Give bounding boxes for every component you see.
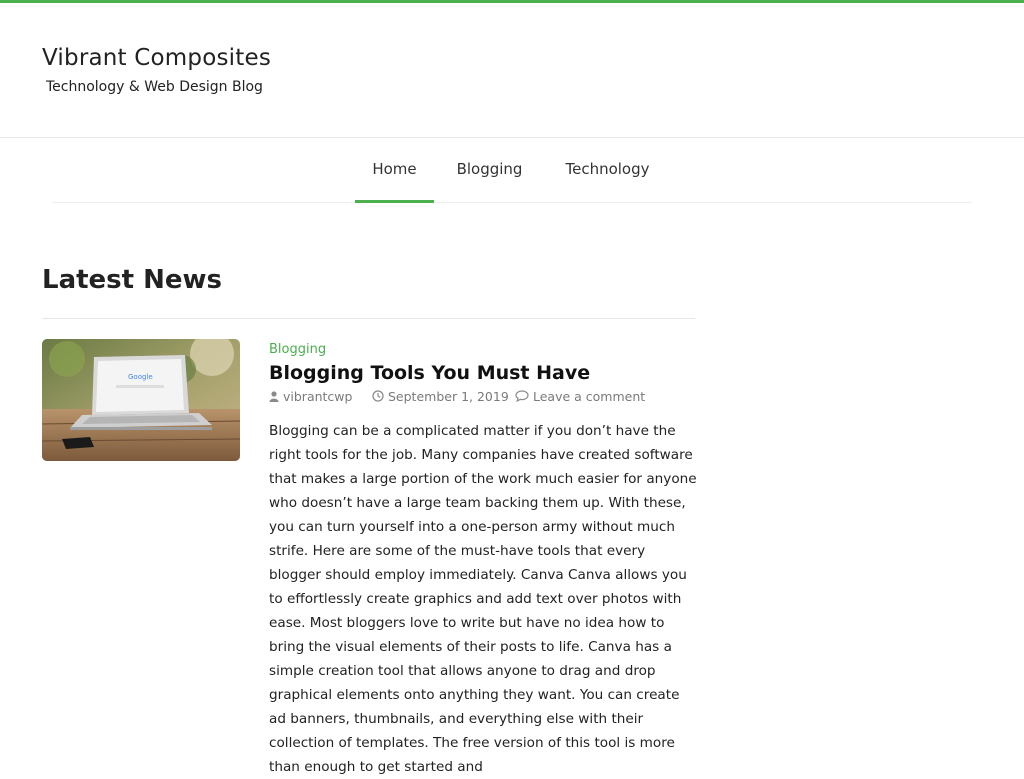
site-tagline: Technology & Web Design Blog: [46, 79, 263, 95]
svg-text:Google: Google: [128, 373, 153, 381]
post-date: September 1, 2019: [388, 389, 509, 404]
post-comments-link[interactable]: Leave a comment: [515, 389, 645, 404]
post-thumbnail-link[interactable]: Google: [42, 339, 240, 461]
site-title-link[interactable]: Vibrant Composites: [42, 45, 271, 71]
section-title: Latest News: [42, 265, 223, 295]
laptop-image: Google: [42, 339, 240, 461]
post-author-link[interactable]: vibrantcwp: [269, 389, 352, 404]
post-comments: Leave a comment: [533, 389, 646, 404]
section-divider: [42, 318, 695, 319]
post-category-link[interactable]: Blogging: [269, 342, 326, 357]
post-title-link[interactable]: Blogging Tools You Must Have: [269, 362, 590, 384]
comment-icon: [515, 390, 529, 402]
main-navigation: Home Blogging Technology: [52, 139, 972, 203]
nav-item-home[interactable]: Home: [355, 139, 434, 203]
site-header: Vibrant Composites Technology & Web Desi…: [0, 3, 1024, 138]
clock-icon: [372, 390, 384, 402]
post-excerpt: Blogging can be a complicated matter if …: [269, 423, 697, 775]
user-icon: [269, 391, 279, 402]
post-author: vibrantcwp: [283, 389, 353, 404]
nav-item-technology[interactable]: Technology: [552, 139, 663, 203]
post-date-link[interactable]: September 1, 2019: [372, 389, 509, 404]
nav-item-blogging[interactable]: Blogging: [450, 139, 529, 203]
